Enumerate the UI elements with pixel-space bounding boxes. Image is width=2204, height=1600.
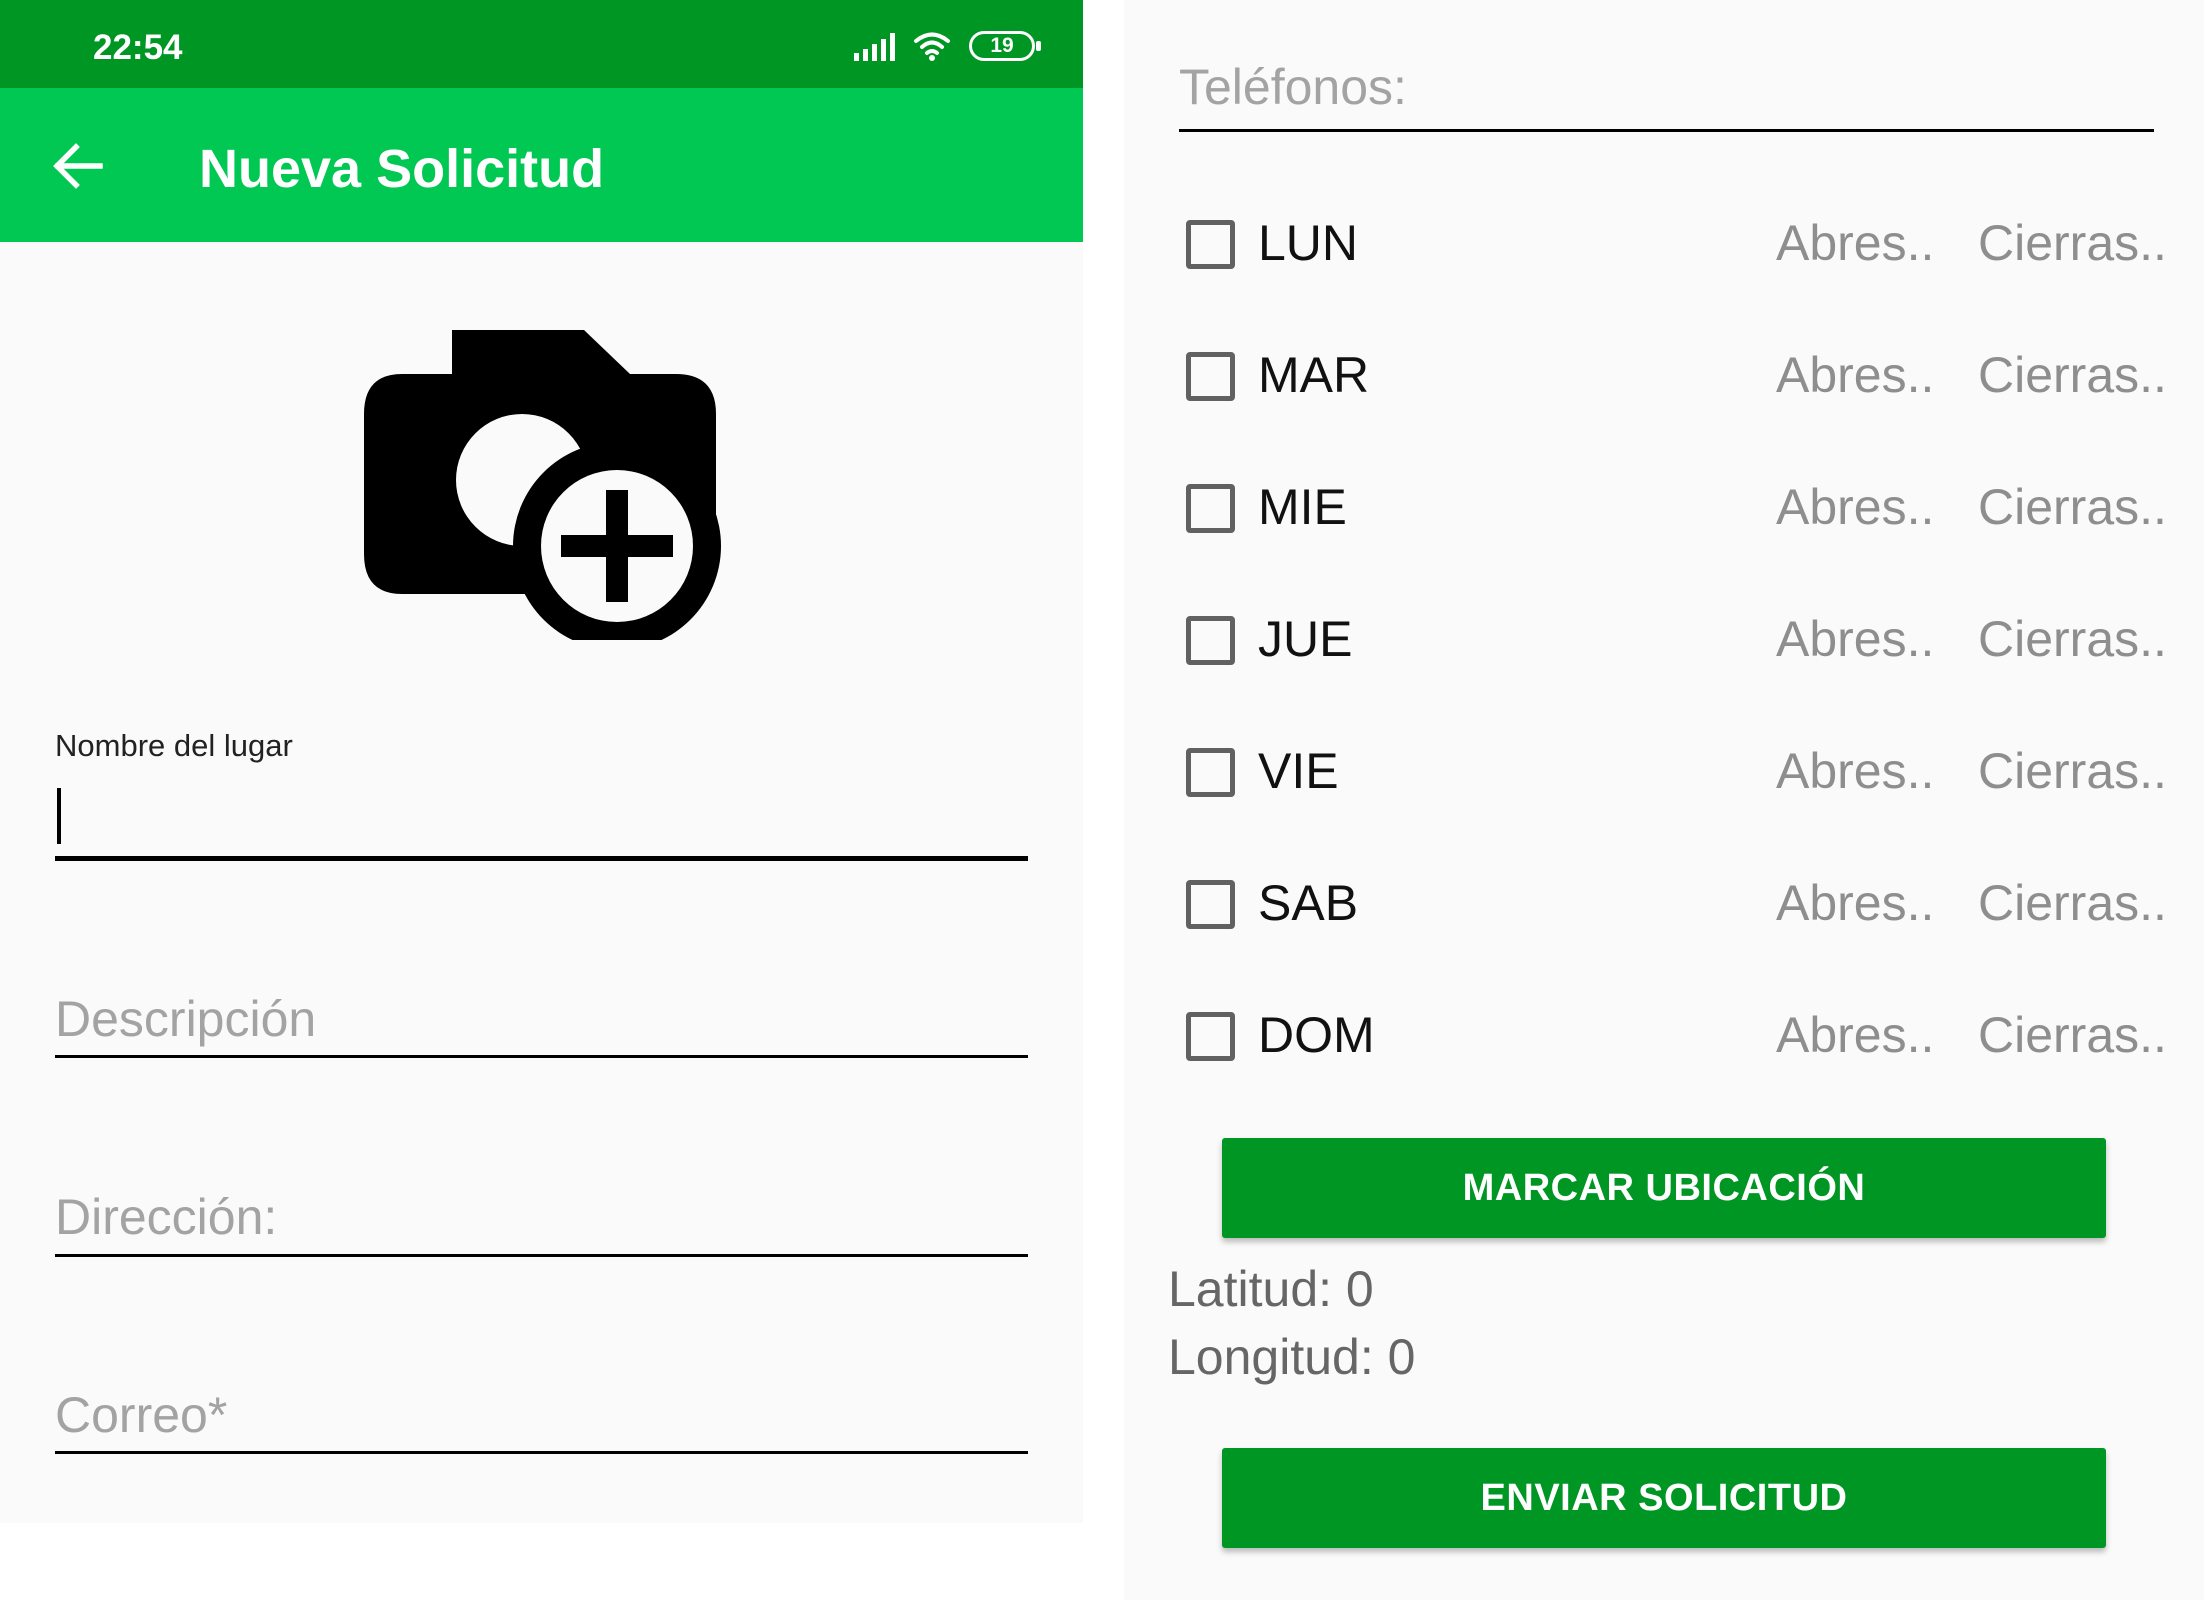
close-time-field[interactable]: Cierras.. <box>1978 1006 2167 1064</box>
direccion-placeholder: Dirección: <box>55 1189 278 1245</box>
day-label: MIE <box>1258 479 1347 535</box>
close-time-field[interactable]: Cierras.. <box>1978 742 2167 800</box>
left-screen: 22:54 19 Nueva Solicitud Nombre del luga… <box>0 0 1083 1523</box>
wifi-icon <box>914 32 950 61</box>
day-label: DOM <box>1258 1007 1375 1063</box>
longitude-text: Longitud: 0 <box>1168 1329 1416 1385</box>
open-time-field[interactable]: Abres.. <box>1776 742 1934 800</box>
arrow-back-icon <box>53 143 103 189</box>
battery-icon: 19 <box>969 31 1041 61</box>
schedule-row-sab: SAB Abres.. Cierras.. <box>1186 866 2186 936</box>
day-label: SAB <box>1258 875 1359 931</box>
add-photo-camera-icon[interactable] <box>362 328 722 640</box>
checkbox-jue[interactable] <box>1186 616 1235 665</box>
day-label: LUN <box>1258 215 1359 271</box>
descripcion-underline <box>55 1055 1028 1058</box>
close-time-field[interactable]: Cierras.. <box>1978 610 2167 668</box>
open-time-field[interactable]: Abres.. <box>1776 214 1934 272</box>
day-label: MAR <box>1258 347 1370 403</box>
correo-placeholder: Correo* <box>55 1387 228 1443</box>
day-label: VIE <box>1258 743 1339 799</box>
open-time-field[interactable]: Abres.. <box>1776 478 1934 536</box>
checkbox-lun[interactable] <box>1186 220 1235 269</box>
open-time-field[interactable]: Abres.. <box>1776 1006 1934 1064</box>
schedule-row-vie: VIE Abres.. Cierras.. <box>1186 734 2186 804</box>
status-icons: 19 <box>854 28 1041 64</box>
checkbox-vie[interactable] <box>1186 748 1235 797</box>
schedule-row-lun: LUN Abres.. Cierras.. <box>1186 206 2186 276</box>
schedule-row-mie: MIE Abres.. Cierras.. <box>1186 470 2186 540</box>
status-bar: 22:54 19 <box>0 0 1083 88</box>
enviar-solicitud-button[interactable]: ENVIAR SOLICITUD <box>1222 1448 2106 1548</box>
checkbox-sab[interactable] <box>1186 880 1235 929</box>
schedule-row-mar: MAR Abres.. Cierras.. <box>1186 338 2186 408</box>
checkbox-mar[interactable] <box>1186 352 1235 401</box>
descripcion-placeholder: Descripción <box>55 991 317 1047</box>
text-caret <box>57 788 61 844</box>
status-time: 22:54 <box>93 28 183 67</box>
open-time-field[interactable]: Abres.. <box>1776 610 1934 668</box>
latitude-text: Latitud: 0 <box>1168 1261 1374 1317</box>
close-time-field[interactable]: Cierras.. <box>1978 874 2167 932</box>
telefonos-placeholder: Teléfonos: <box>1179 59 1407 115</box>
signal-icon <box>854 31 895 61</box>
right-screen: Teléfonos: LUN Abres.. Cierras.. MAR Abr… <box>1124 0 2204 1600</box>
marcar-ubicacion-button[interactable]: MARCAR UBICACIÓN <box>1222 1138 2106 1238</box>
nombre-label: Nombre del lugar <box>55 728 293 763</box>
close-time-field[interactable]: Cierras.. <box>1978 214 2167 272</box>
correo-field[interactable]: Correo* <box>55 1378 1028 1456</box>
nombre-field[interactable]: Nombre del lugar <box>55 728 1028 864</box>
checkbox-mie[interactable] <box>1186 484 1235 533</box>
close-time-field[interactable]: Cierras.. <box>1978 478 2167 536</box>
back-button[interactable] <box>48 136 108 196</box>
close-time-field[interactable]: Cierras.. <box>1978 346 2167 404</box>
direccion-underline <box>55 1254 1028 1257</box>
schedule-row-dom: DOM Abres.. Cierras.. <box>1186 998 2186 1068</box>
checkbox-dom[interactable] <box>1186 1012 1235 1061</box>
day-label: JUE <box>1258 611 1353 667</box>
screenshot: 22:54 19 Nueva Solicitud Nombre del luga… <box>0 0 2204 1600</box>
descripcion-field[interactable]: Descripción <box>55 982 1028 1060</box>
telefonos-underline <box>1179 129 2154 132</box>
open-time-field[interactable]: Abres.. <box>1776 874 1934 932</box>
app-bar: Nueva Solicitud <box>0 88 1083 242</box>
open-time-field[interactable]: Abres.. <box>1776 346 1934 404</box>
nombre-underline <box>55 856 1028 861</box>
telefonos-field[interactable]: Teléfonos: <box>1179 58 2154 132</box>
correo-underline <box>55 1451 1028 1454</box>
schedule-row-jue: JUE Abres.. Cierras.. <box>1186 602 2186 672</box>
page-title: Nueva Solicitud <box>199 139 605 199</box>
direccion-field[interactable]: Dirección: <box>55 1180 1028 1258</box>
battery-level: 19 <box>990 34 1014 57</box>
